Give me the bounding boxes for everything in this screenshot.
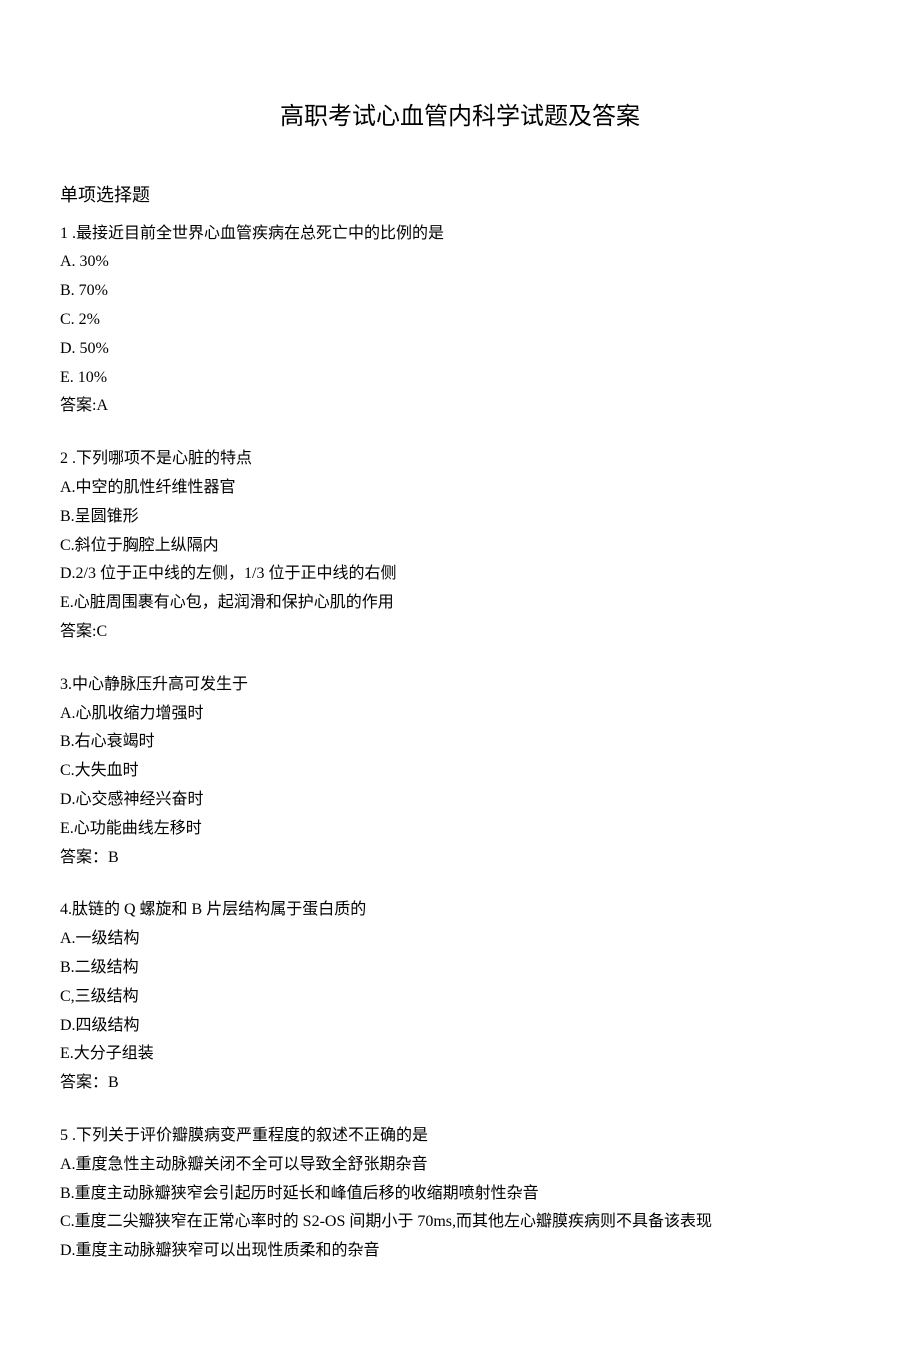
option-b: B.呈圆锥形 — [60, 503, 860, 532]
option-c: C,三级结构 — [60, 983, 860, 1012]
question-2: 2 .下列哪项不是心脏的特点 A.中空的肌性纤维性器官 B.呈圆锥形 C.斜位于… — [60, 445, 860, 647]
answer: 答案：B — [60, 1069, 860, 1098]
option-b: B. 70% — [60, 277, 860, 306]
option-a: A.中空的肌性纤维性器官 — [60, 474, 860, 503]
section-heading: 单项选择题 — [60, 179, 860, 211]
option-d: D.心交感神经兴奋时 — [60, 786, 860, 815]
option-d: D.四级结构 — [60, 1012, 860, 1041]
option-b: B.二级结构 — [60, 954, 860, 983]
question-text: 3.中心静脉压升高可发生于 — [60, 671, 860, 700]
question-1: 1 .最接近目前全世界心血管疾病在总死亡中的比例的是 A. 30% B. 70%… — [60, 220, 860, 422]
question-3: 3.中心静脉压升高可发生于 A.心肌收缩力增强时 B.右心衰竭时 C.大失血时 … — [60, 671, 860, 873]
question-text: 1 .最接近目前全世界心血管疾病在总死亡中的比例的是 — [60, 220, 860, 249]
answer: 答案:A — [60, 392, 860, 421]
option-d: D. 50% — [60, 335, 860, 364]
option-e: E.心功能曲线左移时 — [60, 815, 860, 844]
answer: 答案：B — [60, 844, 860, 873]
option-a: A.心肌收缩力增强时 — [60, 700, 860, 729]
option-e: E.大分子组装 — [60, 1040, 860, 1069]
option-c: C.大失血时 — [60, 757, 860, 786]
option-d: D.2/3 位于正中线的左侧，1/3 位于正中线的右侧 — [60, 560, 860, 589]
option-c: C. 2% — [60, 306, 860, 335]
option-b: B.右心衰竭时 — [60, 728, 860, 757]
option-d: D.重度主动脉瓣狭窄可以出现性质柔和的杂音 — [60, 1237, 860, 1266]
page-title: 高职考试心血管内科学试题及答案 — [60, 96, 860, 139]
question-5: 5 .下列关于评价瓣膜病变严重程度的叙述不正确的是 A.重度急性主动脉瓣关闭不全… — [60, 1122, 860, 1266]
question-text: 4.肽链的 Q 螺旋和 B 片层结构属于蛋白质的 — [60, 896, 860, 925]
option-e: E.心脏周围裹有心包，起润滑和保护心肌的作用 — [60, 589, 860, 618]
option-a: A. 30% — [60, 248, 860, 277]
option-e: E. 10% — [60, 364, 860, 393]
question-4: 4.肽链的 Q 螺旋和 B 片层结构属于蛋白质的 A.一级结构 B.二级结构 C… — [60, 896, 860, 1098]
option-a: A.一级结构 — [60, 925, 860, 954]
option-c: C.重度二尖瓣狭窄在正常心率时的 S2-OS 间期小于 70ms,而其他左心瓣膜… — [60, 1208, 860, 1237]
option-c: C.斜位于胸腔上纵隔内 — [60, 532, 860, 561]
question-text: 2 .下列哪项不是心脏的特点 — [60, 445, 860, 474]
option-b: B.重度主动脉瓣狭窄会引起历时延长和峰值后移的收缩期喷射性杂音 — [60, 1180, 860, 1209]
answer: 答案:C — [60, 618, 860, 647]
option-a: A.重度急性主动脉瓣关闭不全可以导致全舒张期杂音 — [60, 1151, 860, 1180]
question-text: 5 .下列关于评价瓣膜病变严重程度的叙述不正确的是 — [60, 1122, 860, 1151]
